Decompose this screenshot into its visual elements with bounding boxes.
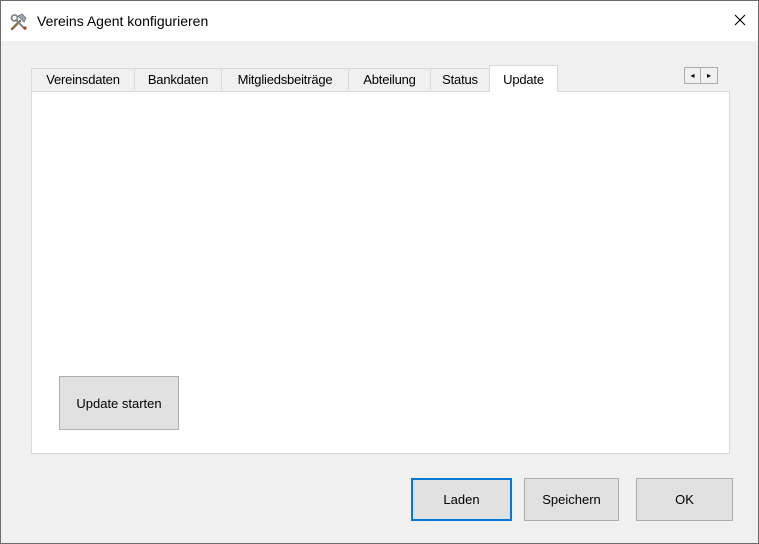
tab-update[interactable]: Update <box>489 65 558 92</box>
title-bar[interactable]: Vereins Agent konfigurieren <box>1 1 758 41</box>
tab-label: Update <box>503 71 544 87</box>
close-icon <box>734 14 746 29</box>
tab-status[interactable]: Status <box>430 68 490 90</box>
tab-label: Abteilung <box>363 72 416 87</box>
update-start-button[interactable]: Update starten <box>59 376 179 430</box>
tools-icon <box>9 12 29 32</box>
tab-label: Vereinsdaten <box>46 72 120 87</box>
tab-scroll-right-button[interactable]: ▸ <box>701 67 718 84</box>
tab-scroll-left-button[interactable]: ◂ <box>684 67 701 84</box>
load-button[interactable]: Laden <box>411 478 512 521</box>
window-title: Vereins Agent konfigurieren <box>37 13 209 29</box>
tab-label: Mitgliedsbeiträge <box>237 72 333 87</box>
arrow-right-icon: ▸ <box>706 71 711 80</box>
tab-abteilung[interactable]: Abteilung <box>348 68 431 90</box>
tab-mitgliedsbeitraege[interactable]: Mitgliedsbeiträge <box>221 68 349 90</box>
tab-bankdaten[interactable]: Bankdaten <box>134 68 222 90</box>
save-button[interactable]: Speichern <box>524 478 619 521</box>
tab-strip: Vereinsdaten Bankdaten Mitgliedsbeiträge… <box>31 65 731 92</box>
tab-scroll-buttons: ◂ ▸ <box>684 67 718 84</box>
tab-label: Status <box>442 72 478 87</box>
arrow-left-icon: ◂ <box>690 71 695 80</box>
tab-vereinsdaten[interactable]: Vereinsdaten <box>31 68 135 90</box>
ok-button[interactable]: OK <box>636 478 733 521</box>
dialog-window: Vereins Agent konfigurieren Vereinsdaten… <box>0 0 759 544</box>
tab-label: Bankdaten <box>147 72 209 87</box>
close-button[interactable] <box>722 1 758 41</box>
